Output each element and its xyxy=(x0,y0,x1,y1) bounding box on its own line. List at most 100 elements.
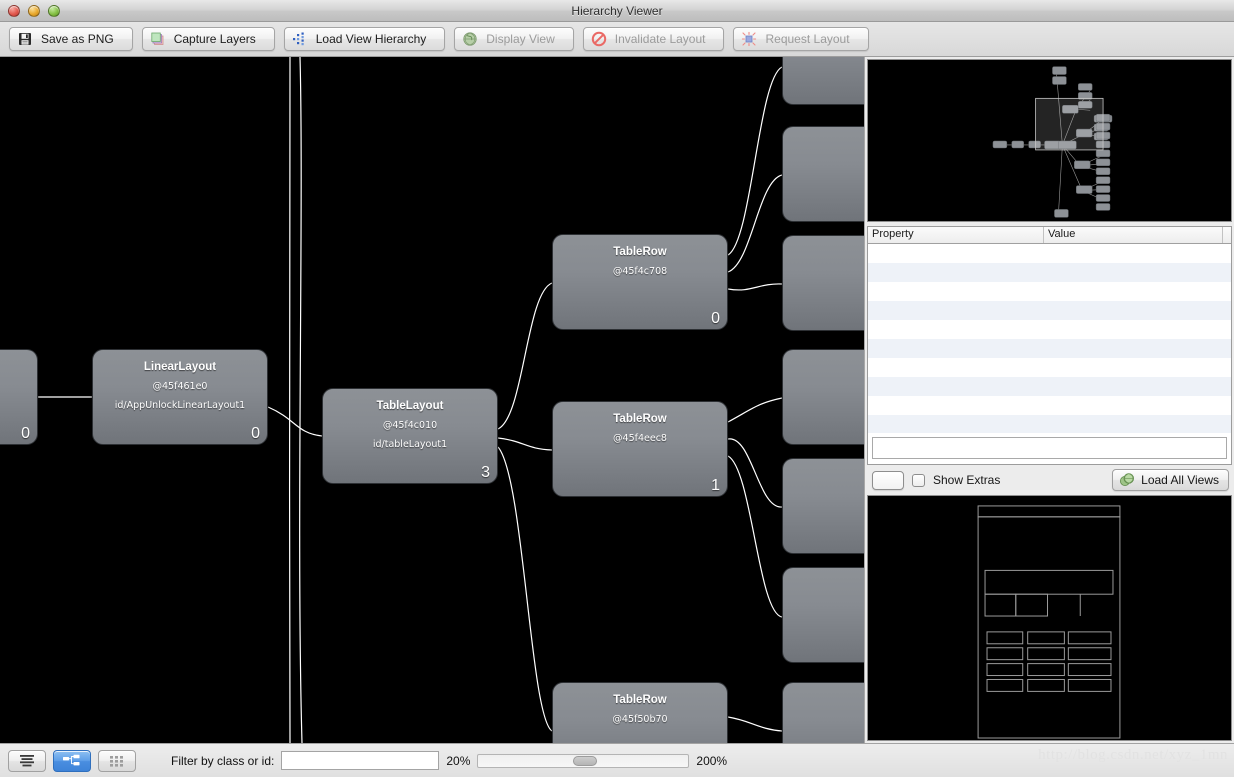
grid-view-button[interactable] xyxy=(98,749,136,772)
tree-node-address: @4 xyxy=(783,714,864,725)
invalidate-layout-button[interactable]: Invalidate Layout xyxy=(582,27,725,51)
request-layout-label: Request Layout xyxy=(765,32,850,46)
capture-layers-button[interactable]: Capture Layers xyxy=(141,27,275,51)
save-as-png-label: Save as PNG xyxy=(41,32,114,46)
tree-overview-minimap[interactable] xyxy=(867,59,1232,222)
layout-wireframe-preview[interactable] xyxy=(867,495,1232,741)
minimap-viewport[interactable] xyxy=(1035,97,1104,151)
tree-node-index: 3 xyxy=(481,464,490,481)
property-row[interactable] xyxy=(868,339,1231,358)
tree-node-class: TableLayout xyxy=(376,400,444,412)
capture-layers-label: Capture Layers xyxy=(173,32,256,46)
grid-view-icon xyxy=(109,755,123,767)
minimap-graph xyxy=(992,66,1113,218)
property-row[interactable] xyxy=(868,396,1231,415)
tree-view-icon xyxy=(63,754,80,765)
load-all-views-label: Load All Views xyxy=(1141,473,1219,487)
tree-node[interactable]: B @4 id/ xyxy=(782,349,864,445)
right-panel: Property Value Show Extras Load All View… xyxy=(864,57,1234,743)
hierarchy-tree-canvas[interactable]: 0 LinearLayout @45f461e0 id/AppUnlockLinear… xyxy=(0,57,864,743)
property-row[interactable] xyxy=(868,320,1231,339)
tree-node-resource-id: id/ xyxy=(783,733,864,743)
no-entry-icon xyxy=(591,31,606,47)
tree-node-resource-id: id/AppUnlockLinearLayout1 xyxy=(114,400,246,411)
property-row[interactable] xyxy=(868,301,1231,320)
floppy-disk-icon xyxy=(19,33,31,45)
tree-node-address: @45f4c708 xyxy=(612,266,668,277)
show-extras-label: Show Extras xyxy=(933,473,1001,487)
watermark-text: http://blog.csdn.net/xyz_1mn xyxy=(1038,747,1228,763)
property-table-header: Property Value xyxy=(868,227,1231,244)
window-title: Hierarchy Viewer xyxy=(571,4,663,18)
tree-node-address: @45f4c010 xyxy=(382,420,438,431)
tree-node[interactable]: B @4 id/ xyxy=(782,235,864,331)
property-table-rows[interactable] xyxy=(868,244,1231,433)
load-view-hierarchy-label: Load View Hierarchy xyxy=(315,32,427,46)
extras-bar: Show Extras Load All Views xyxy=(865,465,1234,495)
tree-node[interactable]: B@4id/ xyxy=(782,458,864,554)
tree-node-address: @4 xyxy=(783,381,864,392)
filter-input[interactable] xyxy=(281,751,440,770)
window-controls xyxy=(8,4,60,17)
property-row[interactable] xyxy=(868,263,1231,282)
tree-node-address: @4 xyxy=(783,267,864,278)
value-column-header[interactable]: Value xyxy=(1044,227,1223,243)
tree-node-class: TableRow xyxy=(613,694,667,706)
layers-icon xyxy=(151,32,164,45)
tree-node-resource-id: id/ xyxy=(783,618,864,629)
tree-node-resource-id: id/tableLayout1 xyxy=(372,439,448,450)
tree-view-button[interactable] xyxy=(53,749,91,772)
tree-node[interactable]: TableRow @45f4eec8 1 xyxy=(552,401,728,497)
tree-node[interactable]: TableRow @45f4c708 0 xyxy=(552,234,728,330)
property-row[interactable] xyxy=(868,377,1231,396)
request-layout-button[interactable]: Request Layout xyxy=(733,27,869,51)
zoom-slider-thumb[interactable] xyxy=(572,755,597,766)
tree-node-resource-id: id/ xyxy=(783,177,864,188)
property-row[interactable] xyxy=(868,358,1231,377)
property-detail-field[interactable] xyxy=(872,437,1227,459)
zoom-button[interactable] xyxy=(48,4,60,17)
load-view-hierarchy-button[interactable]: Load View Hierarchy xyxy=(283,27,446,51)
list-view-icon xyxy=(20,754,34,766)
tree-node-class: LinearLayout xyxy=(143,361,217,373)
tree-node[interactable]: 0 xyxy=(0,349,38,445)
tree-node-address: @4 xyxy=(783,599,864,610)
tree-node[interactable]: B@4id/ xyxy=(782,567,864,663)
hierarchy-viewer-window: Hierarchy Viewer Save as PNG Capture Lay… xyxy=(0,0,1234,777)
save-as-png-button[interactable]: Save as PNG xyxy=(9,27,133,51)
main-body: 0 LinearLayout @45f461e0 id/AppUnlockLinear… xyxy=(0,57,1234,743)
load-all-views-button[interactable]: Load All Views xyxy=(1112,469,1229,491)
tree-node[interactable]: LinearLayout @45f461e0 id/AppUnlockLinearL… xyxy=(92,349,268,445)
background-color-swatch[interactable] xyxy=(872,470,904,490)
tree-node-address: @45f50b70 xyxy=(612,714,668,725)
tree-node-class: B xyxy=(783,361,864,373)
property-row[interactable] xyxy=(868,415,1231,433)
property-column-header[interactable]: Property xyxy=(868,227,1044,243)
tree-node-index: 1 xyxy=(711,477,720,494)
tree-node-class: B xyxy=(783,247,864,259)
tree-node[interactable]: B@4id/ xyxy=(782,57,864,105)
property-row[interactable] xyxy=(868,282,1231,301)
title-bar: Hierarchy Viewer xyxy=(0,0,1234,22)
tree-node-address: @4 xyxy=(783,158,864,169)
tree-node-address: @45f461e0 xyxy=(152,381,208,392)
property-row[interactable] xyxy=(868,244,1231,263)
minimize-button[interactable] xyxy=(28,4,40,17)
filter-label: Filter by class or id: xyxy=(171,753,275,768)
zoom-slider[interactable] xyxy=(477,753,690,768)
list-view-button[interactable] xyxy=(8,749,46,772)
display-view-button[interactable]: Display View xyxy=(454,27,574,51)
show-extras-checkbox[interactable] xyxy=(912,473,925,487)
zoom-max-label: 200% xyxy=(696,753,728,768)
tree-node[interactable]: TableLayout @45f4c010 id/tableLayout1 3 xyxy=(322,388,498,484)
close-button[interactable] xyxy=(8,4,20,17)
tree-node-resource-id: id/ xyxy=(783,286,864,297)
tree-node-index: 0 xyxy=(251,425,260,442)
globe-icon xyxy=(463,32,477,46)
tree-node[interactable]: B@4id/ xyxy=(782,682,864,743)
hierarchy-icon xyxy=(292,32,304,46)
tree-node[interactable]: B@4id/ xyxy=(782,126,864,222)
column-resize-handle[interactable] xyxy=(1223,227,1231,243)
tree-node[interactable]: TableRow @45f50b70 xyxy=(552,682,728,743)
tree-node-resource-id: id/ xyxy=(783,400,864,411)
